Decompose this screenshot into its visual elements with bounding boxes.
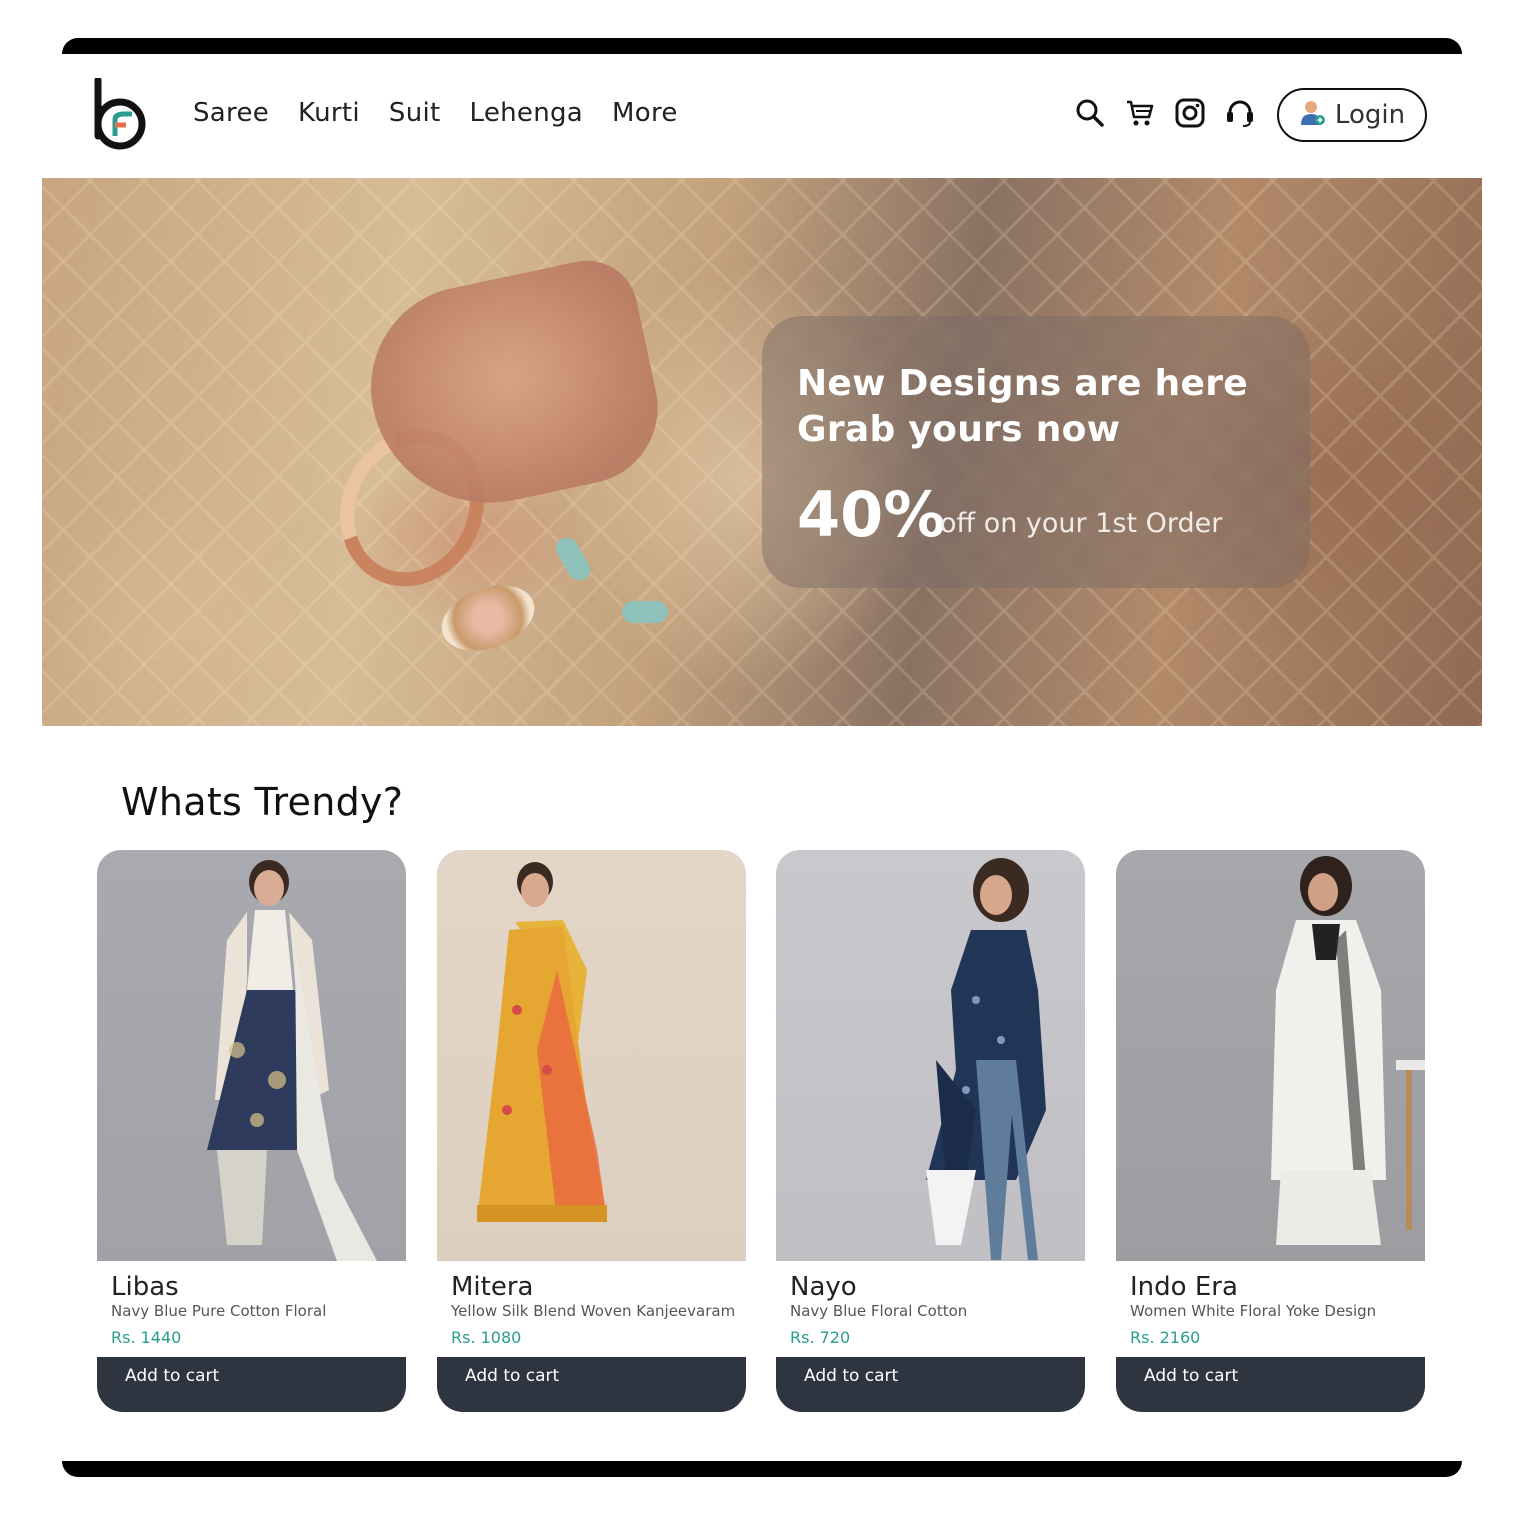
promo-title: New Designs are here Grab yours now — [797, 361, 1277, 453]
nav-item-saree[interactable]: Saree — [193, 98, 269, 128]
headset-icon[interactable] — [1224, 96, 1256, 130]
hero-nail-image — [622, 601, 668, 623]
nav-item-lehenga[interactable]: Lehenga — [470, 98, 584, 128]
header-icons — [1074, 96, 1256, 130]
promo-discount: 40% — [797, 478, 946, 551]
product-image[interactable] — [776, 850, 1085, 1261]
product-description: Women White Floral Yoke Design — [1130, 1302, 1377, 1320]
product-card[interactable]: Nayo Navy Blue Floral Cotton Rs. 720 Add… — [776, 850, 1085, 1412]
product-price: Rs. 1080 — [451, 1328, 522, 1347]
product-price: Rs. 1440 — [111, 1328, 182, 1347]
promo-line-1: New Designs are here — [797, 363, 1248, 404]
product-image[interactable] — [437, 850, 746, 1261]
add-to-cart-button[interactable]: Add to cart — [1116, 1357, 1425, 1412]
main-nav: Saree Kurti Suit Lehenga More — [193, 98, 678, 128]
promo-line-2: Grab yours now — [797, 409, 1121, 450]
product-name[interactable]: Libas — [111, 1272, 179, 1302]
nav-item-suit[interactable]: Suit — [389, 98, 441, 128]
product-card[interactable]: Indo Era Women White Floral Yoke Design … — [1116, 850, 1425, 1412]
product-description: Navy Blue Pure Cotton Floral — [111, 1302, 327, 1320]
product-name[interactable]: Indo Era — [1130, 1272, 1238, 1302]
product-card[interactable]: Mitera Yellow Silk Blend Woven Kanjeevar… — [437, 850, 746, 1412]
brand-logo[interactable] — [92, 76, 152, 154]
add-to-cart-label: Add to cart — [804, 1366, 899, 1386]
product-card[interactable]: Libas Navy Blue Pure Cotton Floral Rs. 1… — [97, 850, 406, 1412]
product-description: Navy Blue Floral Cotton — [790, 1302, 968, 1320]
add-to-cart-button[interactable]: Add to cart — [437, 1357, 746, 1412]
section-title: Whats Trendy? — [121, 780, 404, 824]
search-icon[interactable] — [1074, 96, 1106, 130]
add-to-cart-button[interactable]: Add to cart — [97, 1357, 406, 1412]
product-name[interactable]: Mitera — [451, 1272, 533, 1302]
product-price: Rs. 2160 — [1130, 1328, 1201, 1347]
nav-item-kurti[interactable]: Kurti — [298, 98, 360, 128]
login-label: Login — [1334, 100, 1406, 130]
user-icon — [1299, 99, 1327, 132]
add-to-cart-label: Add to cart — [465, 1366, 560, 1386]
add-to-cart-label: Add to cart — [1144, 1366, 1239, 1386]
cart-icon[interactable] — [1124, 96, 1156, 130]
product-name[interactable]: Nayo — [790, 1272, 857, 1302]
product-price: Rs. 720 — [790, 1328, 851, 1347]
login-button[interactable]: Login — [1277, 88, 1427, 142]
add-to-cart-label: Add to cart — [125, 1366, 220, 1386]
product-image[interactable] — [1116, 850, 1425, 1261]
promo-discount-text: off on your 1st Order — [940, 508, 1223, 539]
add-to-cart-button[interactable]: Add to cart — [776, 1357, 1085, 1412]
frame-bottom-bar — [62, 1461, 1462, 1477]
instagram-icon[interactable] — [1174, 96, 1206, 130]
product-description: Yellow Silk Blend Woven Kanjeevaram — [451, 1302, 736, 1320]
product-image[interactable] — [97, 850, 406, 1261]
frame-top-bar — [62, 38, 1462, 54]
nav-item-more[interactable]: More — [612, 98, 678, 128]
